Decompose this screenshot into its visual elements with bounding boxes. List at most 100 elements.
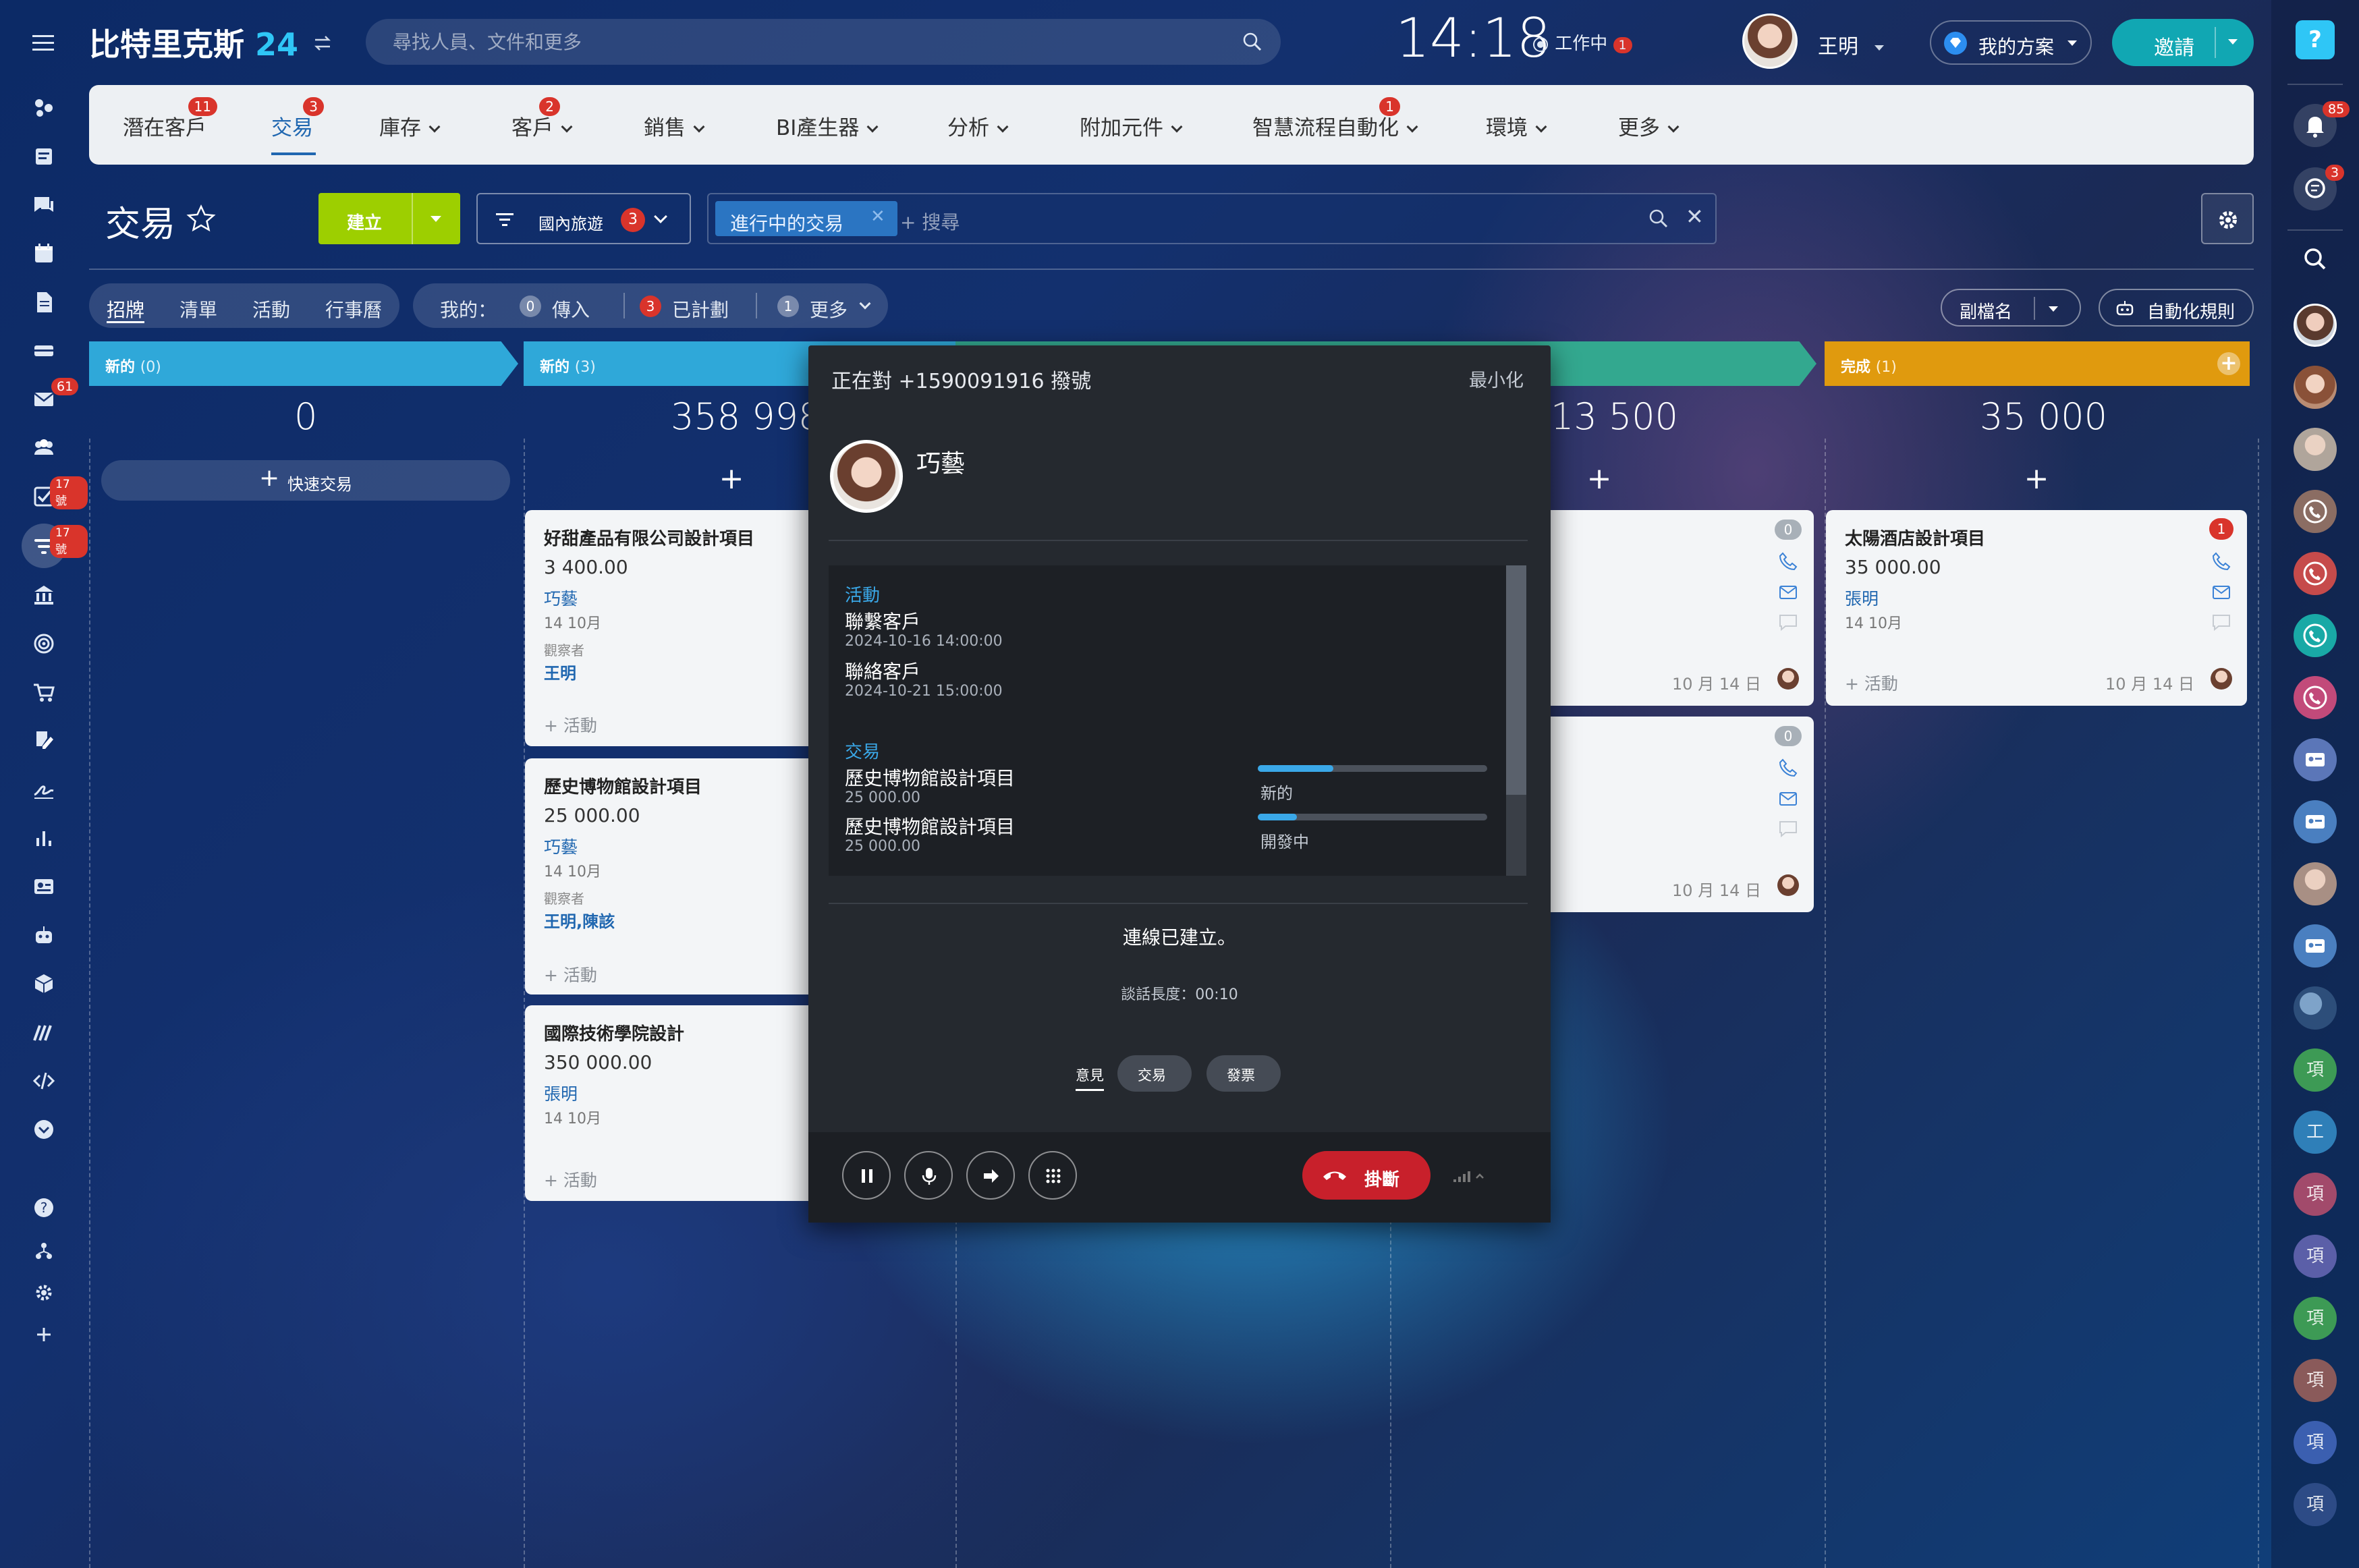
robot-icon[interactable]: [30, 922, 57, 949]
settings-button[interactable]: [2201, 193, 2254, 244]
project-item[interactable]: 項: [2294, 1173, 2337, 1216]
chevron-down-icon[interactable]: [431, 216, 441, 222]
tab-invoice[interactable]: 發票: [1206, 1055, 1281, 1092]
app-title[interactable]: 比特里克斯 24: [89, 20, 298, 65]
stage-header-new[interactable]: 新的 (0): [89, 341, 518, 386]
help-icon[interactable]: ?: [30, 1194, 57, 1221]
tab-list[interactable]: 清單: [179, 296, 217, 323]
quick-deal-button[interactable]: + 快速交易: [101, 460, 510, 501]
user-menu[interactable]: 王明: [1818, 30, 1884, 59]
hamburger-menu-icon[interactable]: [30, 30, 57, 57]
deal-card[interactable]: 歷史博物館設計項目 25 000.00 巧藝 14 10月 觀察者 王明,陳該 …: [525, 758, 822, 995]
tab-activities[interactable]: 活動: [252, 296, 290, 323]
tab-deal[interactable]: 交易: [1117, 1055, 1192, 1092]
nav-bi-builder[interactable]: BI產生器: [776, 111, 879, 141]
field-name-button[interactable]: 副檔名: [1941, 289, 2081, 327]
phone-icon[interactable]: [1777, 757, 1799, 779]
deal-title[interactable]: 好甜產品有限公司設計項目: [544, 525, 754, 550]
comment-icon[interactable]: [2211, 611, 2232, 633]
contact-avatar[interactable]: [2294, 304, 2337, 347]
add-stage-icon[interactable]: +: [2217, 352, 2240, 375]
chevron-down-icon[interactable]: [2228, 39, 2238, 45]
cart-icon[interactable]: [30, 679, 57, 706]
mail-icon[interactable]: [1777, 788, 1799, 810]
comment-icon[interactable]: [1777, 611, 1799, 633]
nav-leads[interactable]: 潛在客戶 11: [123, 97, 217, 141]
filter-search-bar[interactable]: 進行中的交易 ✕ + 搜尋 ✕: [707, 193, 1717, 244]
tab-kanban[interactable]: 招牌: [107, 296, 144, 323]
remove-filter-icon[interactable]: ✕: [870, 206, 885, 227]
global-search[interactable]: [366, 19, 1281, 65]
org-chart-icon[interactable]: [30, 1237, 57, 1264]
search-icon[interactable]: [1648, 208, 1669, 229]
create-button[interactable]: 建立: [318, 193, 460, 244]
clear-search-icon[interactable]: ✕: [1686, 204, 1704, 229]
deal-title[interactable]: 太陽酒店設計項目: [1845, 525, 1985, 550]
work-status[interactable]: 工作中 1: [1532, 30, 1632, 55]
invite-button[interactable]: 邀請: [2112, 19, 2254, 66]
project-item[interactable]: 項: [2294, 1297, 2337, 1340]
search-icon[interactable]: [2294, 237, 2337, 281]
contact-card-icon[interactable]: [30, 873, 57, 900]
transfer-button[interactable]: [966, 1151, 1015, 1200]
feed-icon[interactable]: [30, 143, 57, 170]
phone-icon[interactable]: [2211, 551, 2232, 572]
scrollbar-thumb[interactable]: [1506, 565, 1526, 795]
nav-automation[interactable]: 智慧流程自動化 1: [1252, 97, 1418, 141]
scrollbar-track[interactable]: [1506, 565, 1526, 876]
add-deal-icon[interactable]: +: [2023, 464, 2050, 494]
sites-icon[interactable]: [30, 94, 57, 121]
market-icon[interactable]: [30, 1019, 57, 1046]
help-question-icon[interactable]: ?: [2296, 20, 2335, 59]
mail-icon[interactable]: [2211, 582, 2232, 603]
add-activity-link[interactable]: + 活動: [1845, 671, 1898, 695]
add-activity-link[interactable]: + 活動: [544, 712, 597, 737]
contact-avatar[interactable]: [2294, 428, 2337, 471]
analytics-icon[interactable]: [30, 824, 57, 851]
deal-card[interactable]: 太陽酒店設計項目 35 000.00 張明 14 10月 + 活動 1 10 月…: [1826, 510, 2247, 706]
nav-deals[interactable]: 交易 3: [271, 97, 324, 141]
call-contact-icon[interactable]: [2294, 490, 2337, 533]
assignee-avatar[interactable]: [1777, 874, 1799, 896]
deal-title[interactable]: 國際技術學院設計: [544, 1020, 684, 1045]
project-item[interactable]: 項: [2294, 1048, 2337, 1092]
star-icon[interactable]: [185, 202, 217, 235]
deal-card[interactable]: 好甜產品有限公司設計項目 3 400.00 巧藝 14 10月 觀察者 王明 +…: [525, 510, 822, 746]
project-item[interactable]: 項: [2294, 1359, 2337, 1402]
developer-icon[interactable]: [30, 1067, 57, 1094]
minimize-button[interactable]: 最小化: [1469, 366, 1524, 392]
mute-button[interactable]: [904, 1151, 953, 1200]
target-icon[interactable]: [30, 630, 57, 657]
hangup-button[interactable]: 掛斷: [1302, 1151, 1431, 1200]
phone-icon[interactable]: [1777, 551, 1799, 572]
tab-calendar[interactable]: 行事曆: [325, 296, 382, 323]
call-contact-icon[interactable]: [2294, 614, 2337, 657]
deal-client[interactable]: 巧藝: [544, 586, 578, 610]
deal-card[interactable]: 國際技術學院設計 350 000.00 張明 14 10月 + 活動: [525, 1005, 822, 1201]
bank-icon[interactable]: [30, 582, 57, 609]
filter-planned[interactable]: 已計劃: [672, 296, 729, 323]
contact-card-icon[interactable]: [2294, 738, 2337, 781]
tab-comment[interactable]: 意見: [1076, 1065, 1104, 1085]
project-item[interactable]: 項: [2294, 1421, 2337, 1464]
more-circle-icon[interactable]: [30, 1116, 57, 1143]
add-activity-link[interactable]: + 活動: [544, 1167, 597, 1192]
deal-client[interactable]: 張明: [544, 1081, 578, 1105]
filter-more[interactable]: 更多: [810, 296, 848, 323]
observer-name[interactable]: 王明,陳該: [544, 908, 615, 932]
comment-icon[interactable]: [1777, 818, 1799, 839]
nav-environment[interactable]: 環境: [1486, 111, 1547, 141]
edit-doc-icon[interactable]: [30, 727, 57, 754]
calendar-icon[interactable]: [30, 240, 57, 267]
deal-title[interactable]: 歷史博物館設計項目: [544, 773, 702, 798]
automation-rules-button[interactable]: 自動化規則: [2099, 289, 2254, 327]
add-deal-icon[interactable]: +: [718, 464, 745, 494]
signature-icon[interactable]: [30, 776, 57, 803]
deal-client[interactable]: 張明: [1845, 586, 1879, 610]
nav-addons[interactable]: 附加元件: [1080, 111, 1183, 141]
nav-more[interactable]: 更多: [1618, 111, 1680, 141]
call-contact-icon[interactable]: [2294, 676, 2337, 719]
keypad-button[interactable]: [1028, 1151, 1077, 1200]
group-avatar[interactable]: [2294, 986, 2337, 1030]
swap-icon[interactable]: [312, 32, 333, 54]
